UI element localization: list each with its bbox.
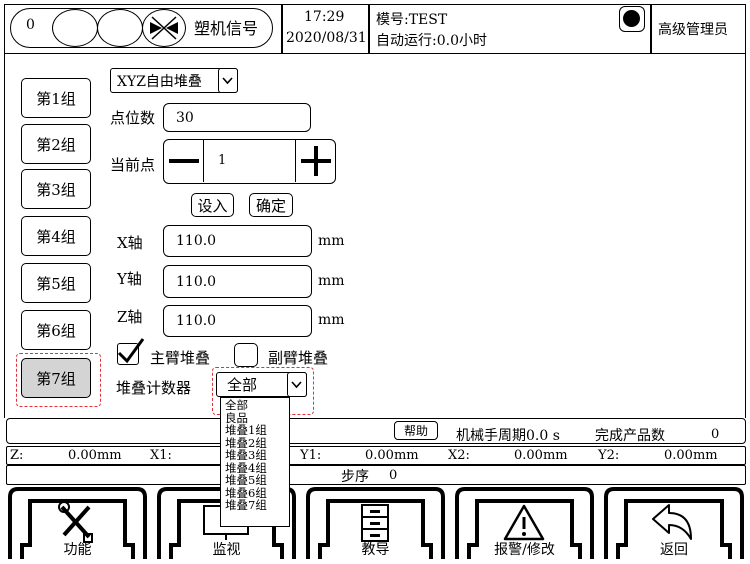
x-axis-input[interactable]: 110.0	[163, 225, 312, 257]
alarm-edit-button[interactable]: 报警/修改	[455, 487, 594, 561]
auto-run-time: 自动运行:0.0小时	[376, 30, 487, 50]
main-arm-checkbox[interactable]	[117, 338, 145, 365]
signal-count: 0	[26, 17, 35, 33]
plus-icon	[301, 146, 331, 176]
auto-run-value: 0.0小时	[436, 33, 487, 49]
help-button[interactable]: 帮助	[394, 421, 438, 440]
group-6-button[interactable]: 第6组	[21, 310, 91, 350]
robot-cycle: 机械手周期0.0 s	[456, 425, 560, 445]
y-axis-input[interactable]: 110.0	[163, 265, 312, 298]
header-divider	[650, 4, 652, 54]
step-label: 步序	[341, 469, 369, 485]
minus-button[interactable]	[164, 140, 204, 182]
counter-option-group-1[interactable]: 堆叠1组	[225, 424, 289, 437]
return-button[interactable]: 返回	[604, 487, 744, 561]
clock-time: 17:29	[304, 9, 345, 25]
signal-lamp	[52, 9, 98, 47]
mold-clamp-icon	[142, 9, 186, 47]
z-axis-input[interactable]: 110.0	[163, 305, 312, 337]
counter-option-group-5[interactable]: 堆叠5组	[225, 474, 289, 487]
alarm-edit-label: 报警/修改	[494, 542, 555, 558]
minus-icon	[169, 159, 199, 163]
z-axis-label: Z轴	[117, 308, 143, 326]
z-pos-label: Z:	[10, 448, 24, 463]
mold-number: 模号:TEST	[376, 9, 447, 29]
current-point-value[interactable]: 1	[218, 153, 226, 168]
chevron-down-icon[interactable]	[287, 372, 307, 397]
stack-mode-select[interactable]: XYZ自由堆叠	[110, 68, 238, 93]
plus-button[interactable]	[295, 140, 335, 182]
group-2-button[interactable]: 第2组	[21, 124, 91, 164]
points-label: 点位数	[110, 109, 156, 127]
teach-label: 教导	[361, 542, 390, 558]
robot-cycle-label: 机械手周期	[456, 428, 526, 444]
header-divider	[281, 4, 283, 54]
y1-pos-label: Y1:	[300, 448, 322, 463]
stack-counter-options: 全部 良品 堆叠1组 堆叠2组 堆叠3组 堆叠4组 堆叠5组 堆叠6组 堆叠7组	[220, 397, 290, 527]
current-point-label: 当前点	[110, 156, 156, 174]
group-7-button[interactable]: 第7组	[21, 358, 91, 398]
clock-date: 2020/08/31	[286, 30, 367, 46]
confirm-button[interactable]: 确定	[249, 193, 293, 217]
chevron-down-icon[interactable]	[218, 68, 238, 93]
sub-arm-checkbox[interactable]	[234, 343, 258, 367]
function-label: 功能	[63, 542, 92, 558]
return-label: 返回	[660, 542, 688, 558]
stack-counter-select[interactable]: 全部	[216, 372, 307, 397]
sub-arm-label: 副臂堆叠	[268, 349, 329, 367]
auto-run-label: 自动运行:	[376, 33, 437, 49]
x2-pos-label: X2:	[448, 448, 470, 463]
points-input[interactable]: 30	[163, 103, 311, 132]
counter-option-group-7[interactable]: 堆叠7组	[225, 499, 289, 512]
y-axis-unit: mm	[318, 273, 345, 289]
robot-cycle-value: 0.0 s	[526, 428, 560, 444]
monitor-label: 监视	[212, 542, 241, 558]
current-point-stepper: 1	[163, 139, 336, 184]
user-role[interactable]: 高级管理员	[658, 19, 728, 39]
signal-lamp	[97, 9, 143, 47]
mold-label: 模号:	[376, 12, 409, 28]
header-divider	[368, 4, 370, 54]
step-value: 0	[389, 468, 398, 483]
stack-mode-value: XYZ自由堆叠	[117, 73, 202, 90]
y2-pos-label: Y2:	[598, 448, 620, 463]
checkmark-icon	[117, 338, 145, 364]
teach-button[interactable]: 教导	[306, 487, 445, 561]
y-axis-label: Y轴	[117, 270, 142, 288]
z-pos-value: 0.00mm	[68, 448, 122, 463]
group-5-button[interactable]: 第5组	[21, 263, 91, 303]
group-4-button[interactable]: 第4组	[21, 216, 91, 256]
signal-title: 塑机信号	[194, 19, 259, 38]
x-axis-label: X轴	[117, 234, 143, 252]
y1-pos-value: 0.00mm	[365, 448, 419, 463]
group-1-button[interactable]: 第1组	[21, 78, 91, 118]
counter-option-all[interactable]: 全部	[225, 399, 289, 412]
group-3-button[interactable]: 第3组	[21, 169, 91, 209]
x2-pos-value: 0.00mm	[514, 448, 568, 463]
x1-pos-label: X1:	[150, 448, 172, 463]
x-axis-unit: mm	[318, 233, 345, 249]
status-indicator[interactable]	[619, 6, 645, 32]
y2-pos-value: 0.00mm	[664, 448, 718, 463]
z-axis-unit: mm	[318, 312, 345, 328]
step-bar	[6, 465, 746, 485]
stack-counter-label: 堆叠计数器	[116, 379, 192, 397]
finished-products-label: 完成产品数	[595, 428, 665, 444]
finished-products-value: 0	[711, 427, 720, 442]
set-in-button[interactable]: 设入	[191, 193, 234, 217]
stack-counter-value: 全部	[227, 376, 258, 394]
warning-icon	[503, 504, 545, 541]
function-button[interactable]: 功能	[8, 487, 147, 561]
mold-value: TEST	[408, 12, 448, 28]
main-arm-label: 主臂堆叠	[150, 349, 211, 367]
counter-option-group-3[interactable]: 堆叠3组	[225, 449, 289, 462]
status-dot-icon	[623, 10, 640, 27]
